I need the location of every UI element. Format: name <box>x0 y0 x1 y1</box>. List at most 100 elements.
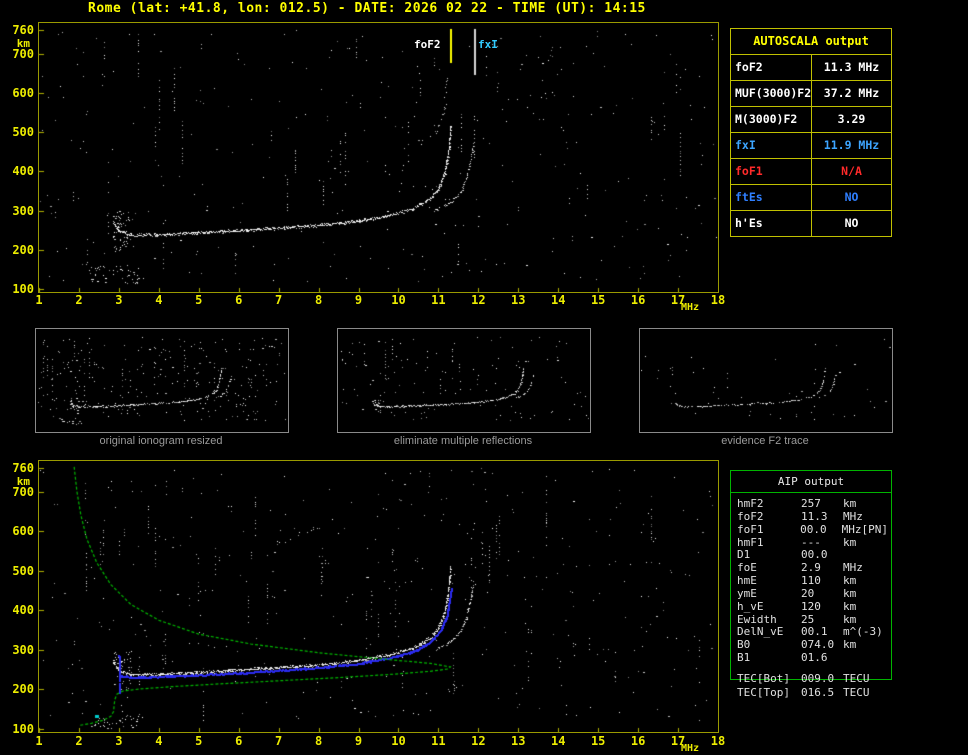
thumbnail-canvas-evidence <box>641 330 891 431</box>
x-axis-tick: 14 <box>551 734 566 748</box>
x-axis-tick: 3 <box>115 734 123 748</box>
bottom-ionogram-canvas <box>39 461 718 732</box>
x-axis-tick: 14 <box>551 293 566 307</box>
station-date-title: Rome (lat: +41.8, lon: 012.5) - DATE: 20… <box>88 1 646 16</box>
row-unit: TECU <box>843 672 870 685</box>
thumbnail-canvas-reflections <box>339 330 589 431</box>
y-axis-tick: 600 <box>12 524 34 539</box>
row-label: MUF(3000)F2 <box>731 81 812 106</box>
table-row: h'Es NO <box>731 211 891 236</box>
row-unit: MHz <box>841 522 862 536</box>
x-axis-tick: 2 <box>75 734 83 748</box>
x-axis-tick: 13 <box>511 293 526 307</box>
x-axis-tick: 10 <box>391 734 406 748</box>
row-label: fxI <box>731 133 812 158</box>
y-axis-unit: km <box>16 475 30 488</box>
x-axis-tick: 7 <box>275 293 283 307</box>
x-axis-tick: 12 <box>471 293 486 307</box>
x-axis-tick: 11 <box>431 734 446 748</box>
thumbnail-caption-original: original ionogram resized <box>99 435 223 447</box>
row-value: 009.0 <box>801 672 835 685</box>
x-axis-tick: 1 <box>35 734 43 748</box>
thumbnail-original-ionogram <box>35 328 289 433</box>
x-axis-unit: MHz <box>681 743 700 754</box>
fof2-marker-label: foF2 <box>414 38 441 51</box>
x-axis-tick: 2 <box>75 293 83 307</box>
autoscala-table-body: foF2 11.3 MHz MUF(3000)F2 37.2 MHz M(3000)F2… <box>731 55 891 236</box>
y-axis-tick: 400 <box>12 603 34 618</box>
thumbnail-caption-reflections: eliminate multiple reflections <box>393 435 533 447</box>
thumbnail-evidence-f2 <box>639 328 893 433</box>
table-row: ftEs NO <box>731 185 891 211</box>
row-value: 120 <box>801 599 821 613</box>
x-axis-tick: 3 <box>115 293 123 307</box>
table-row: TEC[Top] 016.5 TECU <box>731 686 891 700</box>
x-axis-tick: 5 <box>195 293 203 307</box>
table-row: TEC[Bot] 009.0 TECU <box>731 672 891 686</box>
x-axis-tick: 16 <box>630 293 646 307</box>
row-value: 01.6 <box>801 651 828 665</box>
row-value: 11.3 MHz <box>823 60 880 74</box>
x-axis-tick: 8 <box>314 734 323 748</box>
y-axis-tick: 760 <box>12 461 34 475</box>
row-value: 016.5 <box>801 686 835 699</box>
aip-table-body: hmF2 257 km foF2 11.3 MHz foF1 00.0 MHz [PN] hmF1-… <box>731 493 891 665</box>
table-row: foF2 11.3 MHz <box>731 509 891 524</box>
row-unit: km <box>843 599 857 613</box>
top-ionogram-plot <box>38 22 719 293</box>
thumbnail-caption-evidence: evidence F2 trace <box>721 435 809 447</box>
table-row: foF1 00.0 MHz [PN] <box>731 522 891 537</box>
thumbnail-eliminate-reflections <box>337 328 591 433</box>
x-axis-tick: 8 <box>314 293 323 307</box>
row-unit: km <box>843 586 857 600</box>
autoscala-output-table: AUTOSCALA output foF2 11.3 MHz MUF(3000)F2… <box>730 28 892 237</box>
thumbnail-canvas-original <box>37 330 287 431</box>
row-label: hmE <box>737 574 757 588</box>
x-axis-tick: 15 <box>590 734 606 748</box>
row-label: foF2 <box>731 55 812 80</box>
y-axis-tick: 500 <box>12 125 34 140</box>
row-unit: km <box>843 638 857 652</box>
x-axis-tick: 1 <box>35 293 43 307</box>
x-axis-tick: 15 <box>590 293 606 307</box>
row-unit <box>835 652 843 665</box>
x-axis-tick: 12 <box>471 734 486 748</box>
x-axis-tick: 5 <box>195 734 203 748</box>
y-axis-tick: 300 <box>12 642 34 657</box>
x-axis-tick: 16 <box>630 734 646 748</box>
y-axis-tick: 300 <box>12 203 34 218</box>
y-axis-tick: 500 <box>12 563 34 578</box>
x-axis-tick: 9 <box>354 734 363 748</box>
row-value: NO <box>844 216 859 230</box>
row-value: 37.2 MHz <box>823 86 880 100</box>
bottom-ionogram-plot <box>38 460 719 733</box>
row-value: 110 <box>801 574 821 588</box>
row-label: ymE <box>737 586 757 600</box>
x-axis-tick: 18 <box>710 293 726 307</box>
x-axis-tick: 6 <box>235 734 243 748</box>
y-axis-tick: 200 <box>12 242 34 257</box>
row-label: ftEs <box>731 185 812 210</box>
row-unit: km <box>843 535 857 549</box>
y-axis-unit: km <box>16 37 30 50</box>
row-label: foF1 <box>737 522 764 536</box>
x-axis-tick: 4 <box>155 293 163 307</box>
table-row: B1 01.6 <box>731 651 891 665</box>
row-unit: MHz <box>843 509 863 523</box>
y-axis-tick: 600 <box>12 85 34 100</box>
row-value: N/A <box>841 164 862 178</box>
row-unit: km <box>843 497 857 510</box>
row-label: h_vE <box>737 599 764 613</box>
row-label: hmF2 <box>737 497 764 510</box>
row-unit: km <box>843 574 857 588</box>
row-unit: TECU <box>843 686 870 699</box>
row-value: NO <box>844 190 859 204</box>
x-axis-unit: MHz <box>681 302 700 313</box>
table-row: h_vE 120 km <box>731 599 891 614</box>
row-label: B1 <box>737 651 751 665</box>
autoscala-table-title: AUTOSCALA output <box>731 29 891 55</box>
row-value: 3.29 <box>837 112 866 126</box>
x-axis-tick: 13 <box>511 734 526 748</box>
x-axis-tick: 11 <box>431 293 446 307</box>
table-row: foF1 N/A <box>731 159 891 185</box>
